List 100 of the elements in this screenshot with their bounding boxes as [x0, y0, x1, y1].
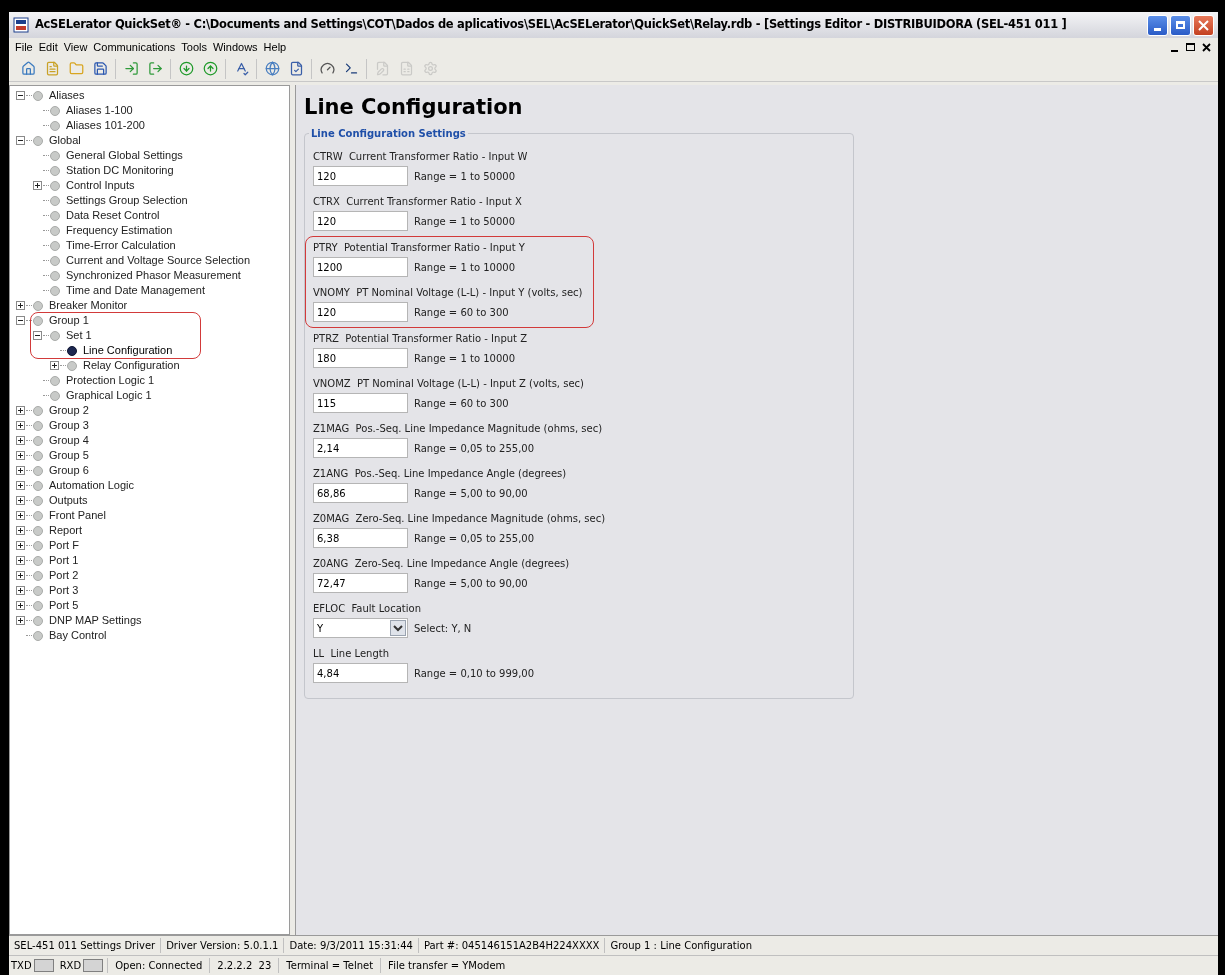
range-hint: Select: Y, N — [414, 621, 472, 636]
tree-item[interactable]: Front Panel — [48, 509, 107, 522]
collapse-icon[interactable] — [33, 331, 42, 340]
tree-item[interactable]: Line Configuration — [82, 344, 174, 357]
menu-item[interactable]: Help — [260, 38, 290, 56]
tree-item[interactable]: General Global Settings — [65, 149, 184, 162]
tree-item[interactable]: Global — [48, 134, 82, 147]
input-field[interactable]: 180 — [313, 348, 408, 368]
tree-item[interactable]: Group 2 — [48, 404, 90, 417]
expand-icon[interactable] — [16, 436, 25, 445]
tree-item[interactable]: Aliases 101-200 — [65, 119, 146, 132]
folder-icon — [68, 61, 84, 76]
expand-icon[interactable] — [16, 616, 25, 625]
range-hint: Range = 5,00 to 90,00 — [414, 486, 528, 501]
input-field[interactable]: 72,47 — [313, 573, 408, 593]
tree-item[interactable]: Group 1 — [48, 314, 90, 327]
tree-item[interactable]: DNP MAP Settings — [48, 614, 143, 627]
expand-icon[interactable] — [16, 421, 25, 430]
tree-item[interactable]: Data Reset Control — [65, 209, 161, 222]
expand-icon[interactable] — [16, 601, 25, 610]
input-field[interactable]: 120 — [313, 302, 408, 322]
expand-icon[interactable] — [16, 556, 25, 565]
field-label: PTRZ Potential Transformer Ratio - Input Z — [313, 332, 529, 346]
close-button[interactable] — [1193, 14, 1214, 36]
tree-item[interactable]: Breaker Monitor — [48, 299, 129, 312]
tree-item[interactable]: Port 1 — [48, 554, 80, 567]
edit-document-icon — [374, 61, 390, 76]
collapse-icon[interactable] — [16, 136, 25, 145]
tree-item[interactable]: Port 2 — [48, 569, 80, 582]
menu-item[interactable]: Communications — [90, 38, 179, 56]
range-hint: Range = 1 to 10000 — [414, 351, 515, 366]
tree-item[interactable]: Outputs — [48, 494, 89, 507]
tree-item[interactable]: Settings Group Selection — [65, 194, 189, 207]
child-restore-button[interactable] — [1183, 40, 1197, 54]
collapse-icon[interactable] — [16, 91, 25, 100]
expand-icon[interactable] — [16, 466, 25, 475]
menu-item[interactable]: Windows — [209, 38, 261, 56]
expand-icon[interactable] — [33, 181, 42, 190]
expand-icon[interactable] — [16, 571, 25, 580]
tree-item[interactable]: Frequency Estimation — [65, 224, 174, 237]
input-field[interactable]: 1200 — [313, 257, 408, 277]
expand-icon[interactable] — [16, 586, 25, 595]
tree-item[interactable]: Automation Logic — [48, 479, 135, 492]
field-label: PTRY Potential Transformer Ratio - Input Y — [313, 241, 526, 255]
tree-item[interactable]: Port F — [48, 539, 80, 552]
field-label: Z1MAG Pos.-Seq. Line Impedance Magnitude (ohms, sec) — [313, 422, 604, 436]
tree-item[interactable]: Group 3 — [48, 419, 90, 432]
expand-icon[interactable] — [16, 406, 25, 415]
range-hint: Range = 5,00 to 90,00 — [414, 576, 528, 591]
tree-item[interactable]: Aliases — [48, 89, 86, 102]
field-label: CTRW Current Transformer Ratio - Input W — [313, 150, 529, 164]
expand-icon[interactable] — [16, 541, 25, 550]
tree-item[interactable]: Port 3 — [48, 584, 80, 597]
menu-item[interactable]: View — [60, 38, 91, 56]
expand-icon[interactable] — [16, 301, 25, 310]
tree-item[interactable]: Group 5 — [48, 449, 90, 462]
expand-icon[interactable] — [16, 496, 25, 505]
dropdown[interactable]: Y — [313, 618, 408, 638]
expand-icon[interactable] — [16, 526, 25, 535]
input-field[interactable]: 115 — [313, 393, 408, 413]
expand-icon[interactable] — [16, 511, 25, 520]
input-field[interactable]: 120 — [313, 211, 408, 231]
child-close-button[interactable] — [1199, 40, 1213, 54]
tree-item[interactable]: Set 1 — [65, 329, 93, 342]
save-icon — [92, 61, 108, 76]
status-text: Terminal = Telnet — [278, 958, 381, 973]
tree-item[interactable]: Report — [48, 524, 84, 537]
menu-item[interactable]: Tools — [178, 38, 210, 56]
input-field[interactable]: 120 — [313, 166, 408, 186]
field-label: EFLOC Fault Location — [313, 602, 422, 616]
tree-item[interactable]: Group 6 — [48, 464, 90, 477]
range-hint: Range = 60 to 300 — [414, 305, 509, 320]
import-icon — [123, 61, 139, 76]
minimize-button[interactable] — [1147, 14, 1168, 36]
input-field[interactable]: 6,38 — [313, 528, 408, 548]
menu-item[interactable]: File — [12, 38, 36, 56]
tree-item[interactable]: Current and Voltage Source Selection — [65, 254, 252, 267]
tree-item[interactable]: Port 5 — [48, 599, 80, 612]
tree-item[interactable]: Time-Error Calculation — [65, 239, 177, 252]
expand-icon[interactable] — [16, 481, 25, 490]
menu-item[interactable]: Edit — [35, 38, 61, 56]
tree-item[interactable]: Time and Date Management — [65, 284, 206, 297]
expand-icon[interactable] — [16, 451, 25, 460]
tree-item[interactable]: Group 4 — [48, 434, 90, 447]
expand-icon[interactable] — [50, 361, 59, 370]
tree-item[interactable]: Synchronized Phasor Measurement — [65, 269, 242, 282]
tree-item[interactable]: Graphical Logic 1 — [65, 389, 153, 402]
tree-item[interactable]: Station DC Monitoring — [65, 164, 175, 177]
tree-item[interactable]: Protection Logic 1 — [65, 374, 156, 387]
list-document-icon — [398, 61, 414, 76]
collapse-icon[interactable] — [16, 316, 25, 325]
status-text: Date: 9/3/2011 15:31:44 — [283, 938, 418, 953]
input-field[interactable]: 4,84 — [313, 663, 408, 683]
tree-item[interactable]: Relay Configuration — [82, 359, 181, 372]
tree-item[interactable]: Aliases 1-100 — [65, 104, 134, 117]
input-field[interactable]: 68,86 — [313, 483, 408, 503]
restore-button[interactable] — [1170, 14, 1191, 36]
input-field[interactable]: 2,14 — [313, 438, 408, 458]
tree-item[interactable]: Bay Control — [48, 629, 108, 642]
tree-item[interactable]: Control Inputs — [65, 179, 136, 192]
